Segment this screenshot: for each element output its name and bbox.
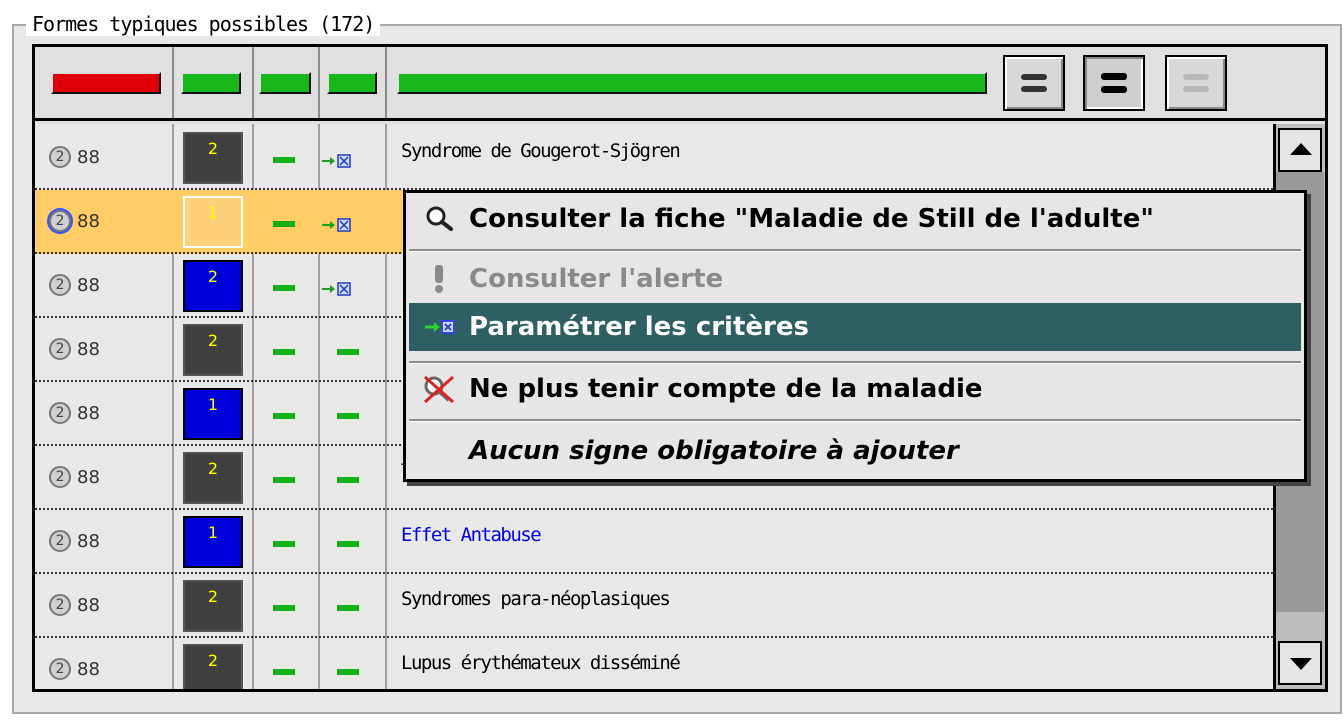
- lines-icon: [1183, 74, 1209, 80]
- column-separator: [318, 47, 320, 118]
- sort-level-column-header[interactable]: [181, 72, 241, 94]
- arrow-down-icon: [1290, 658, 1312, 670]
- crossed-out-icon: [409, 374, 469, 404]
- score-value: 88: [77, 659, 100, 680]
- sign-dash: [273, 477, 295, 483]
- score-value: 88: [77, 467, 100, 488]
- level-box[interactable]: 1: [183, 196, 243, 248]
- table-row[interactable]: 2 88 2 Syndromes para-néoplasiques: [35, 574, 1273, 638]
- level-box[interactable]: 2: [183, 324, 243, 376]
- list-header: [35, 47, 1325, 121]
- display-mode-button-2[interactable]: [1083, 55, 1145, 111]
- disease-name[interactable]: Effet Antabuse: [401, 524, 542, 546]
- lines-icon: [1021, 86, 1047, 92]
- sign-dash: [273, 285, 295, 291]
- lines-icon: [1101, 73, 1127, 80]
- criteria-dash: [337, 669, 359, 675]
- context-menu: Consulter la fiche "Maladie de Still de …: [403, 190, 1307, 482]
- rank-badge: 2: [49, 402, 71, 424]
- rank-badge: 2: [49, 338, 71, 360]
- column-separator: [385, 47, 387, 118]
- menu-item-consult-file[interactable]: Consulter la fiche "Maladie de Still de …: [409, 195, 1301, 243]
- scroll-down-button[interactable]: [1278, 641, 1322, 685]
- menu-item-label: Ne plus tenir compte de la maladie: [469, 374, 983, 404]
- level-box[interactable]: 1: [183, 388, 243, 440]
- disease-name[interactable]: Syndromes para-néoplasiques: [401, 588, 671, 610]
- column-separator: [172, 47, 174, 118]
- magnifier-icon: [409, 205, 469, 233]
- criteria-dash: [337, 413, 359, 419]
- menu-separator: [409, 361, 1301, 364]
- criteria-dash: [337, 477, 359, 483]
- sign-dash: [273, 605, 295, 611]
- menu-item-label: Consulter la fiche "Maladie de Still de …: [469, 204, 1154, 234]
- criteria-icon[interactable]: [321, 218, 351, 236]
- criteria-icon[interactable]: [321, 282, 351, 300]
- sign-dash: [273, 157, 295, 163]
- sign-dash: [273, 349, 295, 355]
- menu-separator: [409, 419, 1301, 422]
- menu-item-label: Paramétrer les critères: [469, 312, 809, 342]
- lines-icon: [1183, 86, 1209, 92]
- lines-icon: [1101, 86, 1127, 93]
- table-row[interactable]: 2 88 1 Effet Antabuse: [35, 510, 1273, 574]
- rank-badge: 2: [49, 274, 71, 296]
- sign-dash: [273, 669, 295, 675]
- score-value: 88: [77, 339, 100, 360]
- criteria-icon[interactable]: [321, 154, 351, 172]
- level-box[interactable]: 1: [183, 516, 243, 568]
- sort-criteria-column-header[interactable]: [327, 72, 377, 94]
- score-value: 88: [77, 275, 100, 296]
- level-box[interactable]: 2: [183, 644, 243, 689]
- level-box[interactable]: 2: [183, 260, 243, 312]
- table-row[interactable]: 2 88 2 Syndrome de Gougerot-Sjögren: [35, 126, 1273, 190]
- disease-name[interactable]: Lupus érythémateux disséminé: [401, 652, 681, 674]
- scroll-up-button[interactable]: [1278, 128, 1322, 172]
- lines-icon: [1021, 74, 1047, 80]
- display-mode-button-3[interactable]: [1165, 55, 1227, 111]
- criteria-icon: [409, 319, 469, 335]
- menu-item-label: Aucun signe obligatoire à ajouter: [469, 436, 959, 466]
- rank-badge: 2: [49, 658, 71, 680]
- display-mode-button-1[interactable]: [1003, 55, 1065, 111]
- exclamation-icon: [409, 264, 469, 294]
- sort-sign-column-header[interactable]: [259, 72, 311, 94]
- sign-dash: [273, 413, 295, 419]
- score-value: 88: [77, 147, 100, 168]
- sort-score-column-header[interactable]: [51, 72, 161, 94]
- menu-item-consult-alert[interactable]: Consulter l'alerte: [409, 255, 1301, 303]
- menu-separator: [409, 249, 1301, 252]
- score-value: 88: [77, 531, 100, 552]
- rank-badge: 2: [49, 210, 71, 232]
- level-box[interactable]: 2: [183, 132, 243, 184]
- level-box[interactable]: 2: [183, 580, 243, 632]
- sign-dash: [273, 541, 295, 547]
- criteria-dash: [337, 349, 359, 355]
- sign-dash: [273, 221, 295, 227]
- criteria-dash: [337, 605, 359, 611]
- score-value: 88: [77, 211, 100, 232]
- column-separator: [252, 47, 254, 118]
- menu-item-set-criteria[interactable]: Paramétrer les critères: [409, 303, 1301, 351]
- arrow-up-icon: [1290, 143, 1312, 155]
- menu-item-ignore-disease[interactable]: Ne plus tenir compte de la maladie: [409, 365, 1301, 413]
- criteria-dash: [337, 541, 359, 547]
- score-value: 88: [77, 403, 100, 424]
- sort-name-column-header[interactable]: [397, 72, 987, 94]
- group-title: Formes typiques possibles (172): [26, 12, 381, 36]
- rank-badge: 2: [49, 594, 71, 616]
- disease-name[interactable]: Syndrome de Gougerot-Sjögren: [401, 140, 681, 162]
- menu-item-no-mandatory-sign[interactable]: Aucun signe obligatoire à ajouter: [409, 427, 1301, 475]
- table-row[interactable]: 2 88 2 Lupus érythémateux disséminé: [35, 638, 1273, 689]
- rank-badge: 2: [49, 530, 71, 552]
- menu-item-label: Consulter l'alerte: [469, 264, 724, 294]
- rank-badge: 2: [49, 146, 71, 168]
- score-value: 88: [77, 595, 100, 616]
- rank-badge: 2: [49, 466, 71, 488]
- forms-panel: Formes typiques possibles (172) 2 88 2 Synd…: [0, 0, 1344, 720]
- level-box[interactable]: 2: [183, 452, 243, 504]
